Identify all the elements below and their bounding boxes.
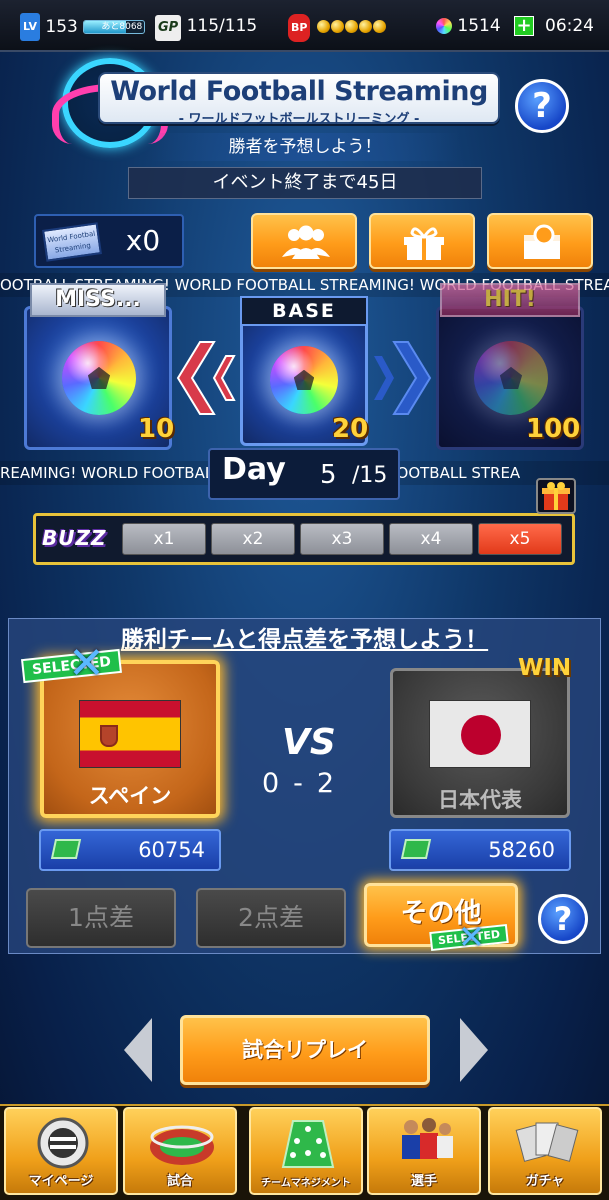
- search-button[interactable]: [487, 213, 593, 269]
- nav-gacha-label: ガチャ: [525, 1174, 565, 1189]
- gem-count: 1514: [457, 16, 501, 36]
- pitch-icon: [50, 839, 82, 859]
- gp-badge: GP: [155, 15, 182, 41]
- home-supporters: 60754: [39, 829, 221, 871]
- score: 0-2: [250, 768, 360, 799]
- nav-match-label: 試合: [166, 1174, 193, 1189]
- bp-coin-icon: [330, 19, 344, 33]
- spain-flag-icon: [79, 700, 181, 768]
- magnifier-icon: [524, 224, 560, 259]
- predict-banner: 勝者を予想しよう！: [150, 133, 460, 161]
- nav-gacha[interactable]: ガチャ: [488, 1107, 602, 1195]
- plus-icon: +: [514, 16, 534, 36]
- buzz-logo: BUZZ: [42, 526, 107, 550]
- away-supporters: 58260: [389, 829, 571, 871]
- score-separator: -: [293, 768, 317, 799]
- home-team-name: スペイン: [88, 784, 172, 808]
- nav-team-management-label: チームマネジメント: [261, 1178, 351, 1189]
- reward-gift-icon[interactable]: [536, 478, 576, 514]
- friends-button[interactable]: [251, 213, 357, 269]
- ticket-count: x0: [125, 224, 161, 257]
- gift-button[interactable]: [369, 213, 475, 269]
- rainbow-ball-icon: [62, 341, 136, 415]
- people-icon: [282, 225, 330, 259]
- level-value: 153: [45, 17, 78, 37]
- multiplier-x1[interactable]: x1: [122, 523, 206, 555]
- cross-icon: ✕: [68, 638, 105, 689]
- miss-value: 10: [138, 414, 175, 444]
- rainbow-ball-icon: [474, 341, 548, 415]
- stadium-icon: [150, 1125, 214, 1165]
- chevron-right-icon: [374, 341, 432, 415]
- event-remaining-banner: イベント終了まで45日: [128, 167, 482, 199]
- margin-1-button[interactable]: 1点差: [26, 888, 176, 948]
- day-current: 5: [320, 460, 337, 490]
- mypage-icon: [37, 1117, 89, 1169]
- hit-value: 100: [526, 414, 581, 444]
- bp-coins: [316, 16, 386, 36]
- gift-icon: [404, 227, 444, 260]
- win-tag: WIN: [518, 655, 572, 681]
- tactics-board-icon: [281, 1120, 335, 1168]
- nav-players[interactable]: 選手: [367, 1107, 481, 1195]
- prediction-help-button[interactable]: ?: [538, 894, 588, 944]
- cross-icon: ✕: [458, 918, 485, 956]
- help-button[interactable]: ?: [515, 79, 569, 133]
- multiplier-x4[interactable]: x4: [389, 523, 473, 555]
- nav-mypage-label: マイページ: [28, 1174, 94, 1189]
- nav-mypage[interactable]: マイページ: [4, 1107, 118, 1195]
- multiplier-x5[interactable]: x5: [478, 523, 562, 555]
- nav-team-management[interactable]: チームマネジメント: [249, 1107, 363, 1195]
- cards-icon: [515, 1122, 579, 1162]
- bp-display: BP: [288, 13, 386, 42]
- level-badge: LV: [20, 13, 41, 41]
- pitch-icon: [400, 839, 432, 859]
- away-team-name: 日本代表: [438, 788, 522, 812]
- base-label: BASE: [240, 296, 368, 326]
- day-total: /15: [352, 463, 388, 488]
- base-value: 20: [332, 414, 369, 444]
- multiplier-x2[interactable]: x2: [211, 523, 295, 555]
- multiplier-x3[interactable]: x3: [300, 523, 384, 555]
- event-subtitle: - ワールドフットボールストリーミング -: [178, 112, 420, 127]
- gift-box-icon: [542, 482, 570, 510]
- bp-badge: BP: [288, 14, 311, 42]
- level-display: LV 153 あと8068: [20, 13, 146, 41]
- score-home: 0: [261, 768, 294, 799]
- bp-coin-icon: [358, 19, 372, 33]
- miss-label: MISS...: [30, 283, 166, 317]
- score-away: 2: [316, 768, 349, 799]
- bp-coin-icon: [372, 19, 386, 33]
- next-arrow-icon[interactable]: [460, 1018, 488, 1082]
- rainbow-ball-icon: [270, 346, 338, 414]
- add-gems-button[interactable]: +: [514, 13, 534, 39]
- event-title: World Football Streaming: [110, 76, 488, 107]
- nav-match[interactable]: 試合: [123, 1107, 237, 1195]
- players-icon: [402, 1118, 453, 1159]
- nav-players-label: 選手: [410, 1174, 437, 1189]
- home-supporters-count: 60754: [138, 838, 205, 862]
- gp-display: GP 115/115: [155, 13, 257, 41]
- japan-flag-icon: [429, 700, 531, 768]
- xp-bar: あと8068: [83, 20, 146, 34]
- hit-label: HIT!: [440, 283, 580, 317]
- clock: 06:24: [545, 16, 594, 36]
- xp-remaining: あと8068: [101, 22, 143, 32]
- margin-2-button[interactable]: 2点差: [196, 888, 346, 948]
- replay-button[interactable]: 試合リプレイ: [180, 1015, 430, 1085]
- day-label: Day: [222, 452, 286, 487]
- gp-value: 115/115: [186, 16, 258, 36]
- prev-arrow-icon[interactable]: [124, 1018, 152, 1082]
- chevron-left-icon: [176, 341, 236, 415]
- vs-label: VS: [282, 722, 336, 763]
- gem-display: 1514: [436, 13, 501, 39]
- away-supporters-count: 58260: [488, 838, 555, 862]
- bp-coin-icon: [344, 19, 358, 33]
- gem-icon: [436, 18, 452, 34]
- bp-coin-icon: [316, 19, 330, 33]
